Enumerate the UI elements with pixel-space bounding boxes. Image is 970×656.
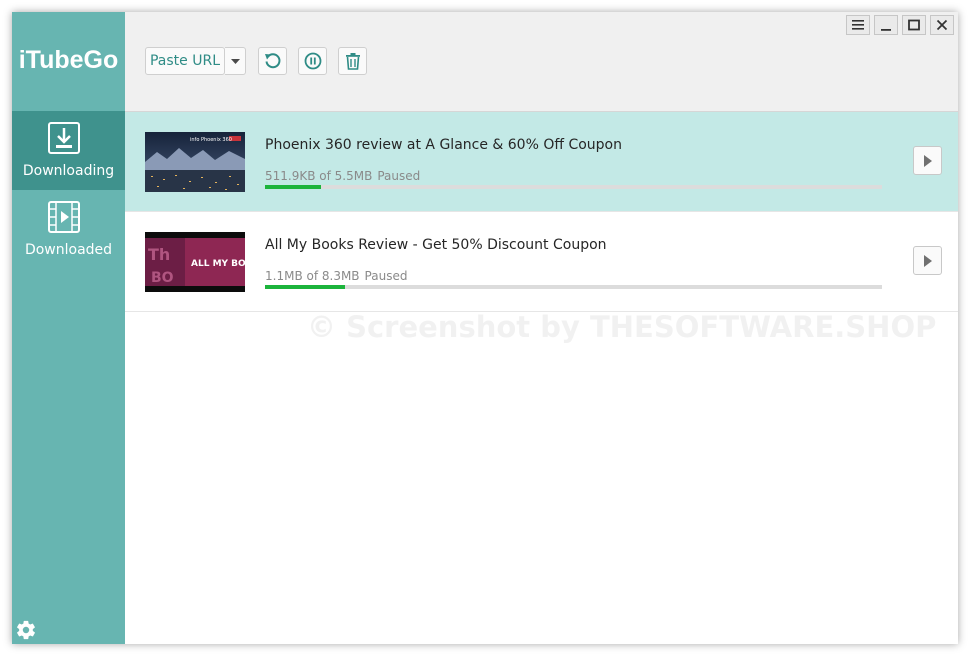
sidebar-item-downloading[interactable]: Downloading: [12, 111, 125, 190]
video-thumbnail: info Phoenix 360: [145, 132, 245, 192]
download-state: Paused: [364, 269, 408, 283]
progress-fill: [265, 285, 346, 289]
gear-icon[interactable]: [15, 619, 37, 641]
download-status: 511.9KB of 5.5MB Paused: [265, 169, 420, 183]
download-status: 1.1MB of 8.3MB Paused: [265, 269, 407, 283]
app-logo: iTubeGo: [18, 46, 119, 74]
minimize-button[interactable]: [874, 15, 898, 35]
app-window: iTubeGo Downloading Downloaded Paste URL…: [12, 12, 958, 644]
close-icon: [936, 19, 948, 31]
sidebar-item-label: Downloaded: [24, 242, 113, 258]
trash-icon: [346, 53, 360, 70]
watermark: © Screenshot by THESOFTWARE.SHOP: [307, 310, 937, 344]
window-controls: [846, 15, 956, 35]
progress-fill: [265, 185, 321, 189]
svg-text:BO: BO: [151, 270, 174, 286]
film-icon: [47, 200, 81, 234]
thumbnail-caption: info Phoenix 360: [190, 137, 232, 143]
list-item[interactable]: Th BO ALL MY BOOKS All My Books Review -…: [125, 212, 958, 312]
play-icon: [924, 155, 932, 167]
delete-button[interactable]: [338, 47, 367, 75]
paste-url-button[interactable]: Paste URL: [145, 47, 225, 75]
pause-circle-icon: [304, 52, 322, 70]
progress-bar: [265, 185, 882, 189]
close-button[interactable]: [930, 15, 954, 35]
progress-bar: [265, 285, 882, 289]
thumbnail-caption: ALL MY BOOKS: [191, 259, 245, 269]
toolbar: Paste URL: [125, 12, 958, 112]
sidebar-item-label: Downloading: [22, 163, 115, 179]
sidebar: iTubeGo Downloading Downloaded: [12, 12, 125, 644]
download-size: 511.9KB of 5.5MB: [265, 169, 373, 183]
download-tray-icon: [47, 121, 81, 155]
play-icon: [924, 255, 932, 267]
sidebar-item-downloaded[interactable]: Downloaded: [12, 190, 125, 269]
caret-down-icon: [231, 59, 240, 64]
download-state: Paused: [377, 169, 421, 183]
refresh-icon: [265, 53, 281, 69]
maximize-icon: [908, 19, 920, 31]
paste-url-dropdown[interactable]: [225, 47, 246, 75]
list-item[interactable]: info Phoenix 360 Phoenix 360 review at A…: [125, 112, 958, 212]
download-title: All My Books Review - Get 50% Discount C…: [265, 237, 607, 253]
resume-button[interactable]: [913, 246, 942, 275]
download-size: 1.1MB of 8.3MB: [265, 269, 360, 283]
main-panel: Paste URL info Phoenix 360 Phoenix 360 r…: [125, 12, 958, 644]
resume-button[interactable]: [913, 146, 942, 175]
svg-text:Th: Th: [148, 245, 170, 264]
refresh-button[interactable]: [258, 47, 287, 75]
video-thumbnail: Th BO ALL MY BOOKS: [145, 232, 245, 292]
menu-icon: [852, 20, 864, 30]
download-title: Phoenix 360 review at A Glance & 60% Off…: [265, 137, 622, 153]
minimize-icon: [881, 29, 891, 31]
pause-all-button[interactable]: [298, 47, 327, 75]
menu-button[interactable]: [846, 15, 870, 35]
maximize-button[interactable]: [902, 15, 926, 35]
